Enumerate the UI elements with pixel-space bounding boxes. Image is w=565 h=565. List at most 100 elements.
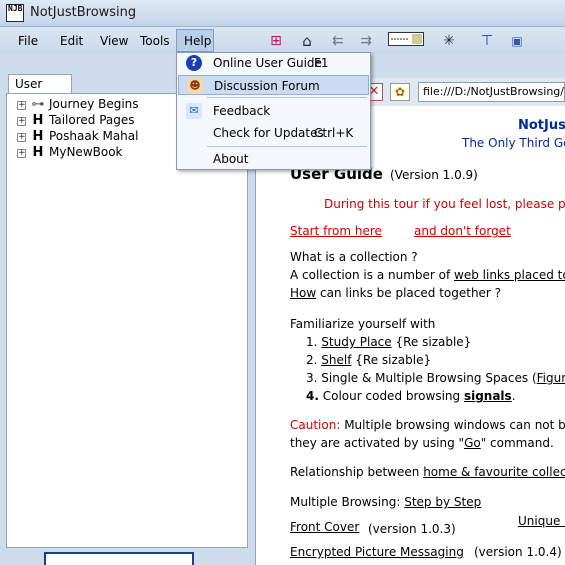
menu-separator [207, 146, 367, 147]
study-place-link[interactable]: Study Place [321, 335, 391, 349]
step-by-step-link[interactable]: Step by Step [404, 495, 481, 509]
lost-notice: During this tour if you feel lost, pleas… [324, 197, 565, 211]
list-pre: Colour coded browsing [322, 389, 464, 403]
home-favourite-link[interactable]: home & favourite collection [423, 465, 565, 479]
encrypted-messaging-link[interactable]: Encrypted Picture Messaging [290, 545, 464, 559]
h-book-icon: H [32, 129, 44, 144]
menu-view[interactable]: View [100, 34, 128, 48]
expand-icon[interactable]: + [17, 133, 26, 142]
expand-icon[interactable]: + [17, 149, 26, 158]
collection-answer-text: A collection is a number of [290, 268, 455, 282]
web-links-link[interactable]: web links placed toge [454, 268, 565, 282]
menu-item-label: About [213, 152, 249, 166]
tree-item-label: MyNewBook [49, 145, 123, 159]
menu-file[interactable]: File [18, 34, 38, 48]
figure-1-link[interactable]: Figure 1 [537, 371, 565, 385]
version-label: (Version 1.0.9) [390, 168, 478, 182]
menu-edit[interactable]: Edit [60, 34, 83, 48]
how-rest: can links be placed together ? [316, 286, 502, 300]
menu-item-online-user-guide[interactable]: ? Online User Guide F1 [177, 53, 370, 73]
start-link[interactable]: Start from here [290, 224, 382, 238]
shelf-link[interactable]: Shelf [321, 353, 351, 367]
tree-structure-icon[interactable]: ⊞ [268, 32, 284, 50]
tree-item-mynewbook[interactable]: + H MyNewBook [17, 145, 123, 161]
caution-text: Multiple browsing windows can not be s [340, 418, 565, 432]
list-item: 4. Colour coded browsing signals. [306, 389, 516, 403]
list-item: 2. Shelf {Re sizable} [306, 353, 431, 367]
menu-item-label: Online User Guide [213, 56, 322, 70]
h-book-icon: H [32, 145, 44, 160]
menu-tools[interactable]: Tools [140, 34, 170, 48]
menu-item-shortcut: F1 [314, 56, 329, 70]
menu-help[interactable]: Help [184, 34, 211, 48]
caution-line2-pre: they are activated by using " [290, 436, 465, 450]
menu-item-feedback[interactable]: ✉ Feedback [177, 101, 370, 121]
list-pre: Single & Multiple Browsing Spaces ( [321, 371, 537, 385]
list-number: 3. [306, 371, 318, 385]
list-item: 3. Single & Multiple Browsing Spaces (Fi… [306, 371, 565, 385]
caution-label: Caution: [290, 418, 341, 432]
familiarize-heading: Familiarize yourself with [290, 317, 436, 331]
menu-item-label: Check for Updates [213, 126, 324, 140]
relationship-line: Relationship between home & favourite co… [290, 465, 565, 479]
menu-item-label: Discussion Forum [214, 79, 320, 93]
collection-answer: A collection is a number of web links pl… [290, 268, 565, 282]
how-link[interactable]: How [290, 286, 316, 300]
app-logo-icon: NJB [6, 4, 24, 22]
content-header-title: NotJust [518, 118, 565, 133]
tree-item-poshaak-mahal[interactable]: + H Poshaak Mahal [17, 129, 138, 145]
menu-item-check-for-updates[interactable]: Check for Updates Ctrl+K [177, 123, 370, 143]
how-line: How can links be placed together ? [290, 286, 501, 300]
caution-line-2: they are activated by using "Go" command… [290, 436, 554, 450]
forget-link[interactable]: and don't forget [414, 224, 511, 238]
multiple-browsing-line: Multiple Browsing: Step by Step [290, 495, 481, 509]
menu-separator [207, 97, 367, 98]
menu-item-label: Feedback [213, 104, 271, 118]
menu-item-about[interactable]: About [177, 149, 370, 169]
window-title: NotJustBrowsing [30, 5, 137, 20]
address-input[interactable]: file:///D:/NotJustBrowsing/He [418, 82, 565, 102]
caution-line2-post: " command. [480, 436, 554, 450]
collection-question: What is a collection ? [290, 250, 418, 264]
tab-user-guide[interactable]: User Guide [8, 74, 72, 109]
menu-item-discussion-forum[interactable]: ☻ Discussion Forum [178, 75, 369, 95]
content-pane: NotJust The Only Third Ge User Guide (Ve… [255, 106, 565, 565]
sparkle-tool-icon[interactable]: ✳ [440, 32, 458, 50]
expand-icon[interactable]: + [17, 117, 26, 126]
list-rest: {Re sizable} [391, 335, 472, 349]
front-cover-link[interactable]: Front Cover [290, 520, 359, 534]
help-dropdown-menu: ? Online User Guide F1 ☻ Discussion Foru… [176, 52, 371, 170]
go-command-link[interactable]: Go [464, 436, 481, 450]
list-rest: . [511, 389, 516, 403]
caution-line: Caution: Multiple browsing windows can n… [290, 418, 565, 432]
signals-link[interactable]: signals [464, 389, 512, 403]
help-question-icon: ? [186, 55, 202, 71]
home-icon[interactable]: ⌂ [298, 32, 316, 50]
unique-link[interactable]: Unique F [518, 514, 565, 528]
tree-item-label: Journey Begins [49, 97, 139, 111]
relationship-pre: Relationship between [290, 465, 424, 479]
forum-user-icon: ☻ [187, 78, 203, 94]
back-arrow-icon[interactable]: ⇇ [330, 32, 346, 50]
tree-item-tailored-pages[interactable]: + H Tailored Pages [17, 113, 135, 129]
settings-tool-icon[interactable]: ▣ [510, 32, 524, 50]
content-header-subtitle: The Only Third Ge [462, 136, 565, 150]
forward-arrow-icon[interactable]: ⇉ [358, 32, 374, 50]
list-number: 2. [306, 353, 318, 367]
pin-window-icon[interactable]: ⊤ [478, 32, 496, 50]
expand-icon[interactable]: + [17, 101, 26, 110]
h-book-icon: H [32, 113, 44, 128]
title-bar: NJB NotJustBrowsing [0, 0, 565, 27]
journey-icon: ⊶ [31, 97, 45, 112]
secondary-pane-frame [44, 552, 194, 565]
go-icon[interactable]: ✿ [390, 83, 410, 101]
list-number: 1. [306, 335, 318, 349]
tree-item-label: Poshaak Mahal [49, 129, 139, 143]
list-number: 4. [306, 389, 319, 403]
list-item: 1. Study Place {Re sizable} [306, 335, 471, 349]
front-cover-version: (version 1.0.3) [368, 522, 456, 536]
address-bar-toggle-icon[interactable] [388, 32, 424, 50]
tree-item-journey-begins[interactable]: + ⊶ Journey Begins [17, 97, 139, 113]
encrypted-version: (version 1.0.4) [474, 545, 562, 559]
tree-item-label: Tailored Pages [49, 113, 135, 127]
